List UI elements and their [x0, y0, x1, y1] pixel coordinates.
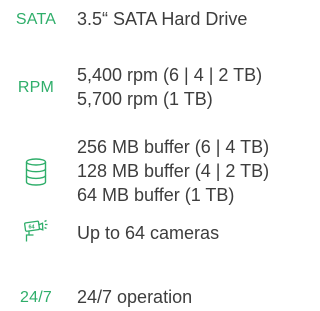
spec-row-operation: 24/7 24/7 operation [0, 287, 301, 311]
spec-text-speed: 5,400 rpm (6 | 4 | 2 TB) 5,700 rpm (1 TB… [77, 63, 301, 111]
buffer-line-3: 64 MB buffer (1 TB) [77, 185, 235, 205]
spec-row-interface: SATA 3.5“ SATA Hard Drive [0, 7, 301, 31]
operation-text: 24/7 operation [77, 287, 193, 307]
buffer-line-2: 128 MB buffer (4 | 2 TB) [77, 161, 270, 181]
spec-row-buffer: 256 MB buffer (6 | 4 TB) 128 MB buffer (… [0, 135, 301, 207]
sata-label: SATA [15, 11, 57, 28]
database-icon [8, 158, 64, 186]
spec-list: SATA 3.5“ SATA Hard Drive RPM 5,400 rpm … [0, 0, 301, 311]
spec-row-cameras: 64 Up to 64 cameras [0, 219, 301, 243]
buffer-line-1: 256 MB buffer (6 | 4 TB) [77, 137, 270, 157]
camera-icon-number: 64 [28, 225, 35, 231]
spec-text-interface: 3.5“ SATA Hard Drive [77, 7, 301, 31]
interface-text: 3.5“ SATA Hard Drive [77, 9, 248, 29]
rpm-label: RPM [17, 79, 55, 96]
camera-icon: 64 [8, 219, 64, 245]
operation-label: 24/7 [20, 289, 52, 306]
cameras-text: Up to 64 cameras [77, 223, 220, 243]
spec-row-speed: RPM 5,400 rpm (6 | 4 | 2 TB) 5,700 rpm (… [0, 63, 301, 111]
spec-text-cameras: Up to 64 cameras [77, 221, 301, 245]
spec-text-buffer: 256 MB buffer (6 | 4 TB) 128 MB buffer (… [77, 135, 301, 207]
spec-text-operation: 24/7 operation [77, 285, 301, 309]
rpm-line-1: 5,400 rpm (6 | 4 | 2 TB) [77, 65, 263, 85]
rpm-line-2: 5,700 rpm (1 TB) [77, 89, 213, 109]
